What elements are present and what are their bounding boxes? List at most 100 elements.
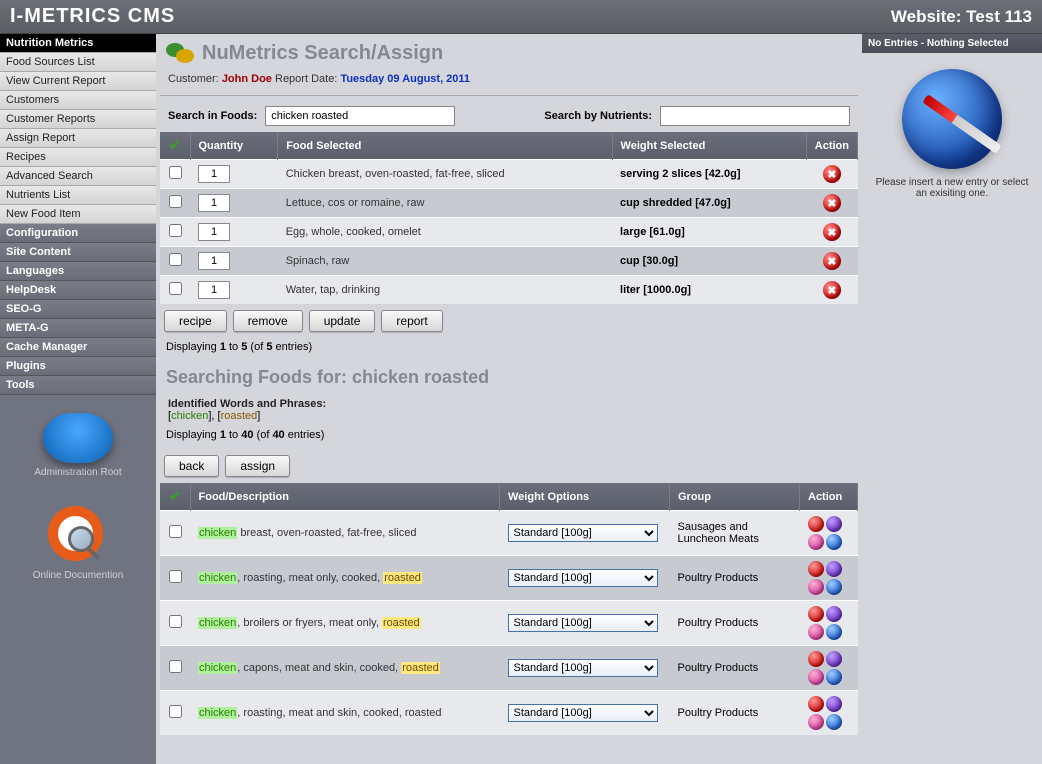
action-info-icon[interactable] — [826, 606, 842, 622]
food-description: chicken, capons, meat and skin, cooked, … — [190, 646, 500, 691]
action-tag-icon[interactable] — [808, 714, 824, 730]
nav-item-nutrients-list[interactable]: Nutrients List — [0, 186, 156, 205]
selected-foods-table: ✔ Quantity Food Selected Weight Selected… — [160, 132, 858, 304]
nav-item-seo-g[interactable]: SEO-G — [0, 300, 156, 319]
quantity-input[interactable] — [198, 194, 230, 212]
back-button[interactable]: back — [164, 455, 219, 477]
action-details-icon[interactable] — [826, 534, 842, 550]
action-info-icon[interactable] — [826, 561, 842, 577]
nav-item-advanced-search[interactable]: Advanced Search — [0, 167, 156, 186]
row-checkbox[interactable] — [169, 705, 182, 718]
action-info-icon[interactable] — [826, 696, 842, 712]
delete-icon[interactable]: ✖ — [823, 281, 841, 299]
power-icon — [43, 413, 113, 463]
col-group: Group — [670, 483, 800, 511]
nav-item-languages[interactable]: Languages — [0, 262, 156, 281]
action-info-icon[interactable] — [826, 651, 842, 667]
search-foods-input[interactable] — [265, 106, 455, 126]
row-checkbox[interactable] — [169, 195, 182, 208]
row-checkbox[interactable] — [169, 224, 182, 237]
remove-button[interactable]: remove — [233, 310, 303, 332]
action-details-icon[interactable] — [826, 624, 842, 640]
recipe-button[interactable]: recipe — [164, 310, 227, 332]
nav-header-1[interactable]: Configuration — [0, 224, 156, 243]
food-description: chicken, broilers or fryers, meat only, … — [190, 601, 500, 646]
page-title: NuMetrics Search/Assign — [202, 42, 443, 65]
sidebar-admin-block[interactable]: Administration Root — [0, 395, 156, 488]
assign-button[interactable]: assign — [225, 455, 290, 477]
update-button[interactable]: update — [309, 310, 376, 332]
weight-select[interactable]: Standard [100g] — [508, 524, 658, 542]
action-tag-icon[interactable] — [808, 579, 824, 595]
nav-item-tools[interactable]: Tools — [0, 376, 156, 395]
nav-item-site-content[interactable]: Site Content — [0, 243, 156, 262]
col-weight-options: Weight Options — [500, 483, 670, 511]
nav-header-0[interactable]: Nutrition Metrics — [0, 34, 156, 53]
nav-item-plugins[interactable]: Plugins — [0, 357, 156, 376]
action-delete-icon[interactable] — [808, 651, 824, 667]
action-tag-icon[interactable] — [808, 534, 824, 550]
results-select-all[interactable]: ✔ — [160, 483, 190, 511]
searching-title: Searching Foods for: chicken roasted — [160, 361, 858, 398]
delete-icon[interactable]: ✖ — [823, 165, 841, 183]
admin-root-label: Administration Root — [4, 467, 152, 478]
action-delete-icon[interactable] — [808, 561, 824, 577]
delete-icon[interactable]: ✖ — [823, 252, 841, 270]
action-buttons-row: recipe remove update report — [160, 304, 858, 338]
row-checkbox[interactable] — [169, 253, 182, 266]
nav-item-cache-manager[interactable]: Cache Manager — [0, 338, 156, 357]
quantity-input[interactable] — [198, 223, 230, 241]
weight-select[interactable]: Standard [100g] — [508, 614, 658, 632]
food-description: chicken breast, oven-roasted, fat-free, … — [190, 511, 500, 556]
row-checkbox[interactable] — [169, 166, 182, 179]
row-checkbox[interactable] — [169, 660, 182, 673]
nav-item-view-current-report[interactable]: View Current Report — [0, 72, 156, 91]
quantity-input[interactable] — [198, 281, 230, 299]
action-details-icon[interactable] — [826, 669, 842, 685]
nav-item-helpdesk[interactable]: HelpDesk — [0, 281, 156, 300]
action-tag-icon[interactable] — [808, 624, 824, 640]
weight-select[interactable]: Standard [100g] — [508, 704, 658, 722]
action-info-icon[interactable] — [826, 516, 842, 532]
quantity-input[interactable] — [198, 252, 230, 270]
nav-item-customer-reports[interactable]: Customer Reports — [0, 110, 156, 129]
action-details-icon[interactable] — [826, 714, 842, 730]
action-details-icon[interactable] — [826, 579, 842, 595]
sidebar-docs-block[interactable]: Online Documention — [0, 488, 156, 591]
nav-item-food-sources-list[interactable]: Food Sources List — [0, 53, 156, 72]
weight-select[interactable]: Standard [100g] — [508, 569, 658, 587]
row-checkbox[interactable] — [169, 570, 182, 583]
action-delete-icon[interactable] — [808, 516, 824, 532]
row-checkbox[interactable] — [169, 525, 182, 538]
row-checkbox[interactable] — [169, 615, 182, 628]
nav-item-meta-g[interactable]: META-G — [0, 319, 156, 338]
action-delete-icon[interactable] — [808, 696, 824, 712]
selected-row: Spinach, rawcup [30.0g]✖ — [160, 247, 858, 276]
delete-icon[interactable]: ✖ — [823, 223, 841, 241]
right-panel-header: No Entries - Nothing Selected — [862, 34, 1042, 53]
col-quantity: Quantity — [190, 132, 278, 160]
globe-icon — [902, 69, 1002, 169]
nav-item-recipes[interactable]: Recipes — [0, 148, 156, 167]
action-tag-icon[interactable] — [808, 669, 824, 685]
quantity-input[interactable] — [198, 165, 230, 183]
main-content: NuMetrics Search/Assign Customer: John D… — [156, 34, 862, 764]
customer-info: Customer: John Doe Report Date: Tuesday … — [160, 69, 858, 96]
action-delete-icon[interactable] — [808, 606, 824, 622]
nav-item-customers[interactable]: Customers — [0, 91, 156, 110]
check-icon: ✔ — [169, 137, 181, 154]
website-label: Website: Test 113 — [891, 7, 1032, 27]
weight-selected: serving 2 slices [42.0g] — [612, 160, 806, 189]
select-all-header[interactable]: ✔ — [160, 132, 190, 160]
delete-icon[interactable]: ✖ — [823, 194, 841, 212]
search-nutrients-label: Search by Nutrients: — [544, 110, 652, 122]
row-checkbox[interactable] — [169, 282, 182, 295]
weight-select[interactable]: Standard [100g] — [508, 659, 658, 677]
food-name: Chicken breast, oven-roasted, fat-free, … — [278, 160, 612, 189]
sidebar: Nutrition MetricsFood Sources ListView C… — [0, 34, 156, 764]
nav-item-assign-report[interactable]: Assign Report — [0, 129, 156, 148]
report-button[interactable]: report — [381, 310, 442, 332]
weight-selected: cup [30.0g] — [612, 247, 806, 276]
nav-item-new-food-item[interactable]: New Food Item — [0, 205, 156, 224]
search-nutrients-input[interactable] — [660, 106, 850, 126]
